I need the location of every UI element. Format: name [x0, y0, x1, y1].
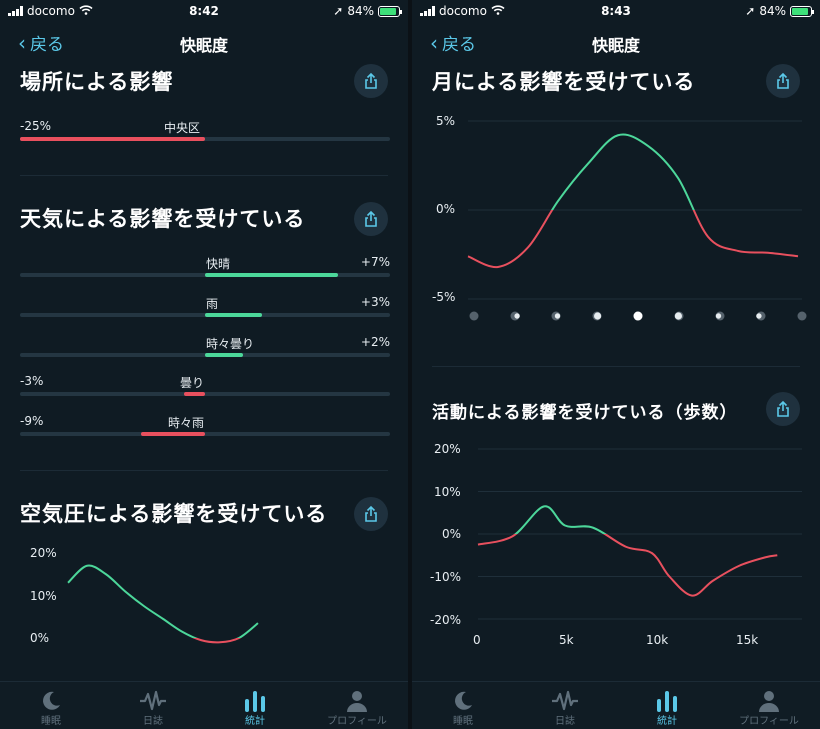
- share-button[interactable]: [766, 392, 800, 426]
- weather-bar-fill: [205, 313, 262, 317]
- left-screen: docomo 8:42 ➚ 84% ‹ 戻る 快眠度 場所による影響 -25% …: [0, 0, 408, 729]
- battery-percent: 84%: [347, 4, 374, 18]
- share-icon: [777, 72, 789, 89]
- weather-item-value: +3%: [360, 295, 390, 309]
- waning-gibbous-icon: [674, 311, 684, 321]
- waveform-icon: [514, 688, 616, 712]
- share-button[interactable]: [354, 64, 388, 98]
- location-bar-fill: [20, 137, 205, 141]
- location-name: 中央区: [164, 121, 201, 135]
- last-quarter-icon: [715, 311, 725, 321]
- series-line: [67, 564, 259, 644]
- bar-chart-icon: [616, 688, 718, 712]
- battery-icon: [378, 5, 402, 17]
- tab-stats[interactable]: 統計: [204, 688, 306, 727]
- location-bar-track: [20, 137, 390, 141]
- tab-journal[interactable]: 日誌: [102, 688, 204, 727]
- weather-item-value: -3%: [20, 374, 44, 388]
- moon-section-title: 月による影響を受けている: [432, 70, 696, 94]
- tab-label: 睡眠: [41, 716, 61, 727]
- weather-item-name: 時々雨: [167, 416, 204, 430]
- share-icon: [777, 400, 789, 417]
- tab-label: 統計: [657, 716, 677, 727]
- person-icon: [306, 688, 408, 712]
- new-moon-icon: [469, 311, 479, 321]
- tab-label: プロフィール: [739, 716, 799, 727]
- weather-bar-fill: [205, 353, 243, 357]
- weather-bar-fill: [183, 392, 205, 396]
- page-title: 快眠度: [591, 36, 640, 55]
- waning-crescent-icon: [756, 311, 766, 321]
- weather-item-value: +2%: [360, 335, 390, 349]
- tab-journal[interactable]: 日誌: [514, 688, 616, 727]
- share-icon: [365, 210, 377, 227]
- weather-bar-track: [20, 353, 390, 357]
- tab-label: 統計: [245, 716, 265, 727]
- status-bar: docomo 8:42 ➚ 84%: [0, 0, 408, 22]
- weather-bar-fill: [141, 432, 205, 436]
- location-value: -25%: [20, 119, 52, 133]
- section-divider: [20, 175, 388, 176]
- battery-percent: 84%: [759, 4, 786, 18]
- tab-profile[interactable]: プロフィール: [306, 688, 408, 727]
- weather-item-name: 時々曇り: [206, 337, 255, 351]
- weather-bar-fill: [205, 273, 338, 277]
- weather-item-value: +7%: [360, 255, 390, 269]
- share-icon: [365, 505, 377, 522]
- tab-bar: 睡眠 日誌 統計 プロフィール: [0, 681, 408, 729]
- series-line: [477, 505, 778, 597]
- weather-item-name: 曇り: [179, 376, 204, 390]
- nav-bar: ‹ 戻る 快眠度: [0, 28, 408, 56]
- share-button[interactable]: [354, 497, 388, 531]
- moon-icon: [0, 688, 102, 712]
- status-right: ➚ 84%: [745, 4, 814, 18]
- full-moon-icon: [633, 311, 643, 321]
- pressure-chart: [67, 564, 259, 644]
- moon-icon: [412, 688, 514, 712]
- page-title: 快眠度: [179, 36, 228, 55]
- share-button[interactable]: [766, 64, 800, 98]
- tab-label: プロフィール: [327, 716, 387, 727]
- status-right: ➚ 84%: [333, 4, 402, 18]
- tab-label: 睡眠: [453, 716, 473, 727]
- person-icon: [718, 688, 820, 712]
- location-arrow-icon: ➚: [333, 4, 344, 18]
- weather-bar-track: [20, 392, 390, 396]
- activity-section-title: 活動による影響を受けている（歩数）: [432, 403, 738, 423]
- weather-bar-track: [20, 273, 390, 277]
- location-section-title: 場所による影響: [20, 70, 174, 94]
- weather-bar-track: [20, 432, 390, 436]
- pressure-section-title: 空気圧による影響を受けている: [20, 502, 328, 526]
- tab-sleep[interactable]: 睡眠: [412, 688, 514, 727]
- share-icon: [365, 72, 377, 89]
- series-line: [467, 133, 799, 268]
- right-screen: docomo 8:43 ➚ 84% ‹ 戻る 快眠度 月による影響を受けている …: [412, 0, 820, 729]
- moon-chart: [467, 120, 807, 321]
- first-quarter-icon: [551, 311, 561, 321]
- share-button[interactable]: [354, 202, 388, 236]
- battery-icon: [790, 5, 814, 17]
- new-moon-icon: [797, 311, 807, 321]
- weather-item-name: 雨: [206, 297, 219, 311]
- nav-bar: ‹ 戻る 快眠度: [412, 28, 820, 56]
- tab-stats[interactable]: 統計: [616, 688, 718, 727]
- tab-label: 日誌: [555, 716, 575, 727]
- tab-sleep[interactable]: 睡眠: [0, 688, 102, 727]
- weather-item-name: 快晴: [206, 257, 231, 271]
- status-bar: docomo 8:43 ➚ 84%: [412, 0, 820, 22]
- weather-section-title: 天気による影響を受けている: [20, 207, 306, 231]
- tab-profile[interactable]: プロフィール: [718, 688, 820, 727]
- section-divider: [432, 366, 800, 367]
- waxing-gibbous-icon: [592, 311, 602, 321]
- activity-chart: [477, 448, 802, 620]
- bar-chart-icon: [204, 688, 306, 712]
- tab-bar: 睡眠 日誌 統計 プロフィール: [412, 681, 820, 729]
- weather-item-value: -9%: [20, 414, 44, 428]
- waveform-icon: [102, 688, 204, 712]
- waxing-crescent-icon: [510, 311, 520, 321]
- section-divider: [20, 470, 388, 471]
- tab-label: 日誌: [143, 716, 163, 727]
- weather-bar-track: [20, 313, 390, 317]
- location-arrow-icon: ➚: [745, 4, 756, 18]
